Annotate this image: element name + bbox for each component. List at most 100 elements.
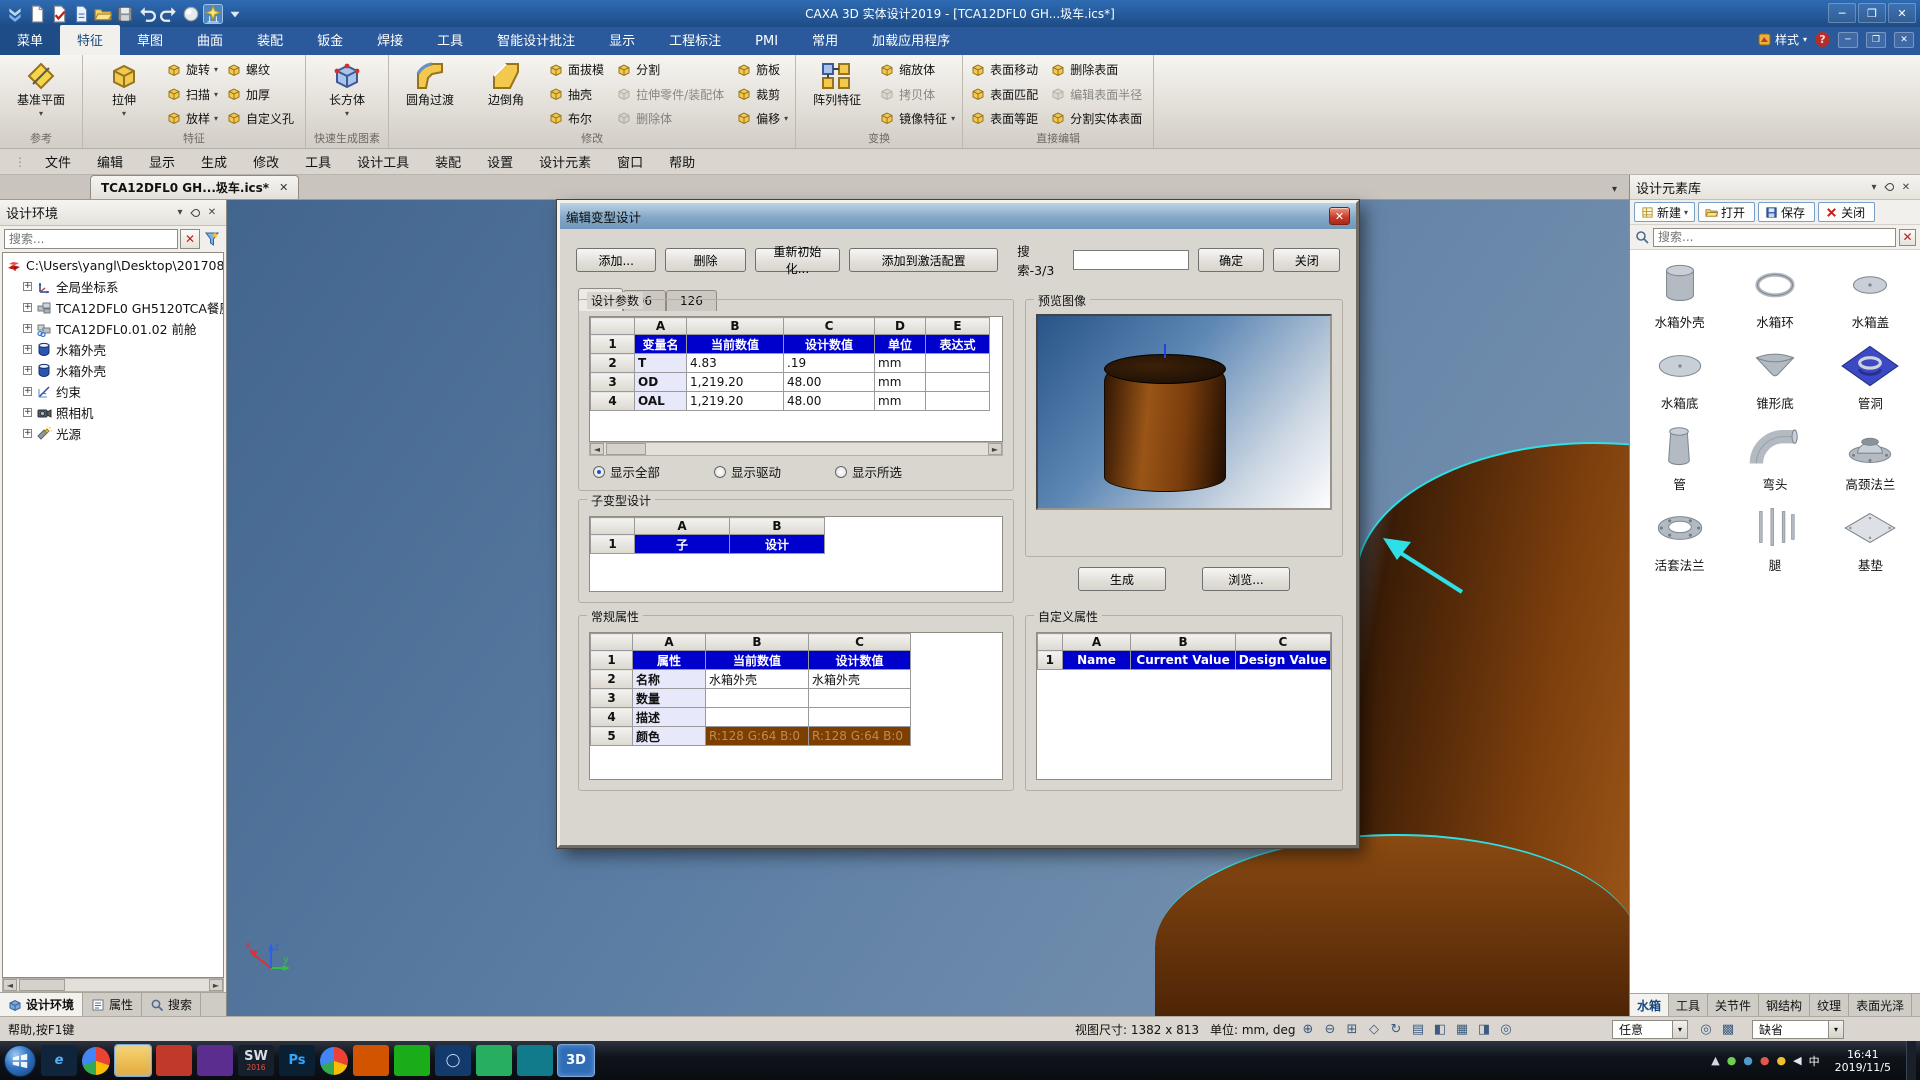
column-header[interactable]: C xyxy=(809,634,911,651)
cell[interactable] xyxy=(926,392,990,411)
column-header[interactable]: A xyxy=(1062,634,1131,651)
table-row[interactable]: 5 颜色R:128 G:64 B:0R:128 G:64 B:0 xyxy=(591,727,911,746)
scroll-left-icon[interactable]: ◄ xyxy=(3,979,17,991)
library-item[interactable]: 腿 xyxy=(1727,501,1822,578)
cell[interactable]: 48.00 xyxy=(784,373,875,392)
cell[interactable]: 数量 xyxy=(633,689,706,708)
cell[interactable]: 变量名 xyxy=(635,335,687,354)
library-tab[interactable]: 纹理 xyxy=(1810,994,1849,1016)
cell[interactable] xyxy=(706,689,809,708)
expand-toggle[interactable]: + xyxy=(23,387,32,396)
cell[interactable]: 设计 xyxy=(730,535,825,554)
expand-toggle[interactable]: + xyxy=(23,429,32,438)
column-header[interactable]: B xyxy=(1131,634,1235,651)
ribbon-tab[interactable]: 钣金 xyxy=(300,25,360,55)
target-point[interactable]: ◎ xyxy=(1496,1020,1516,1039)
browse-button[interactable]: 浏览... xyxy=(1202,567,1290,591)
wireframe-mode[interactable]: ▦ xyxy=(1452,1020,1472,1039)
menu-item[interactable]: 窗口 xyxy=(605,148,655,175)
menu-item[interactable]: 显示 xyxy=(137,148,187,175)
row-number[interactable]: 1 xyxy=(591,651,633,670)
ribbon-tab[interactable]: 显示 xyxy=(592,25,652,55)
app-browser[interactable] xyxy=(82,1047,110,1075)
ribbon-small-item[interactable]: 偏移 ▾ xyxy=(736,107,788,130)
library-item[interactable]: 管 xyxy=(1632,420,1727,497)
library-tab[interactable]: 水箱 xyxy=(1630,994,1669,1016)
app-orange[interactable] xyxy=(353,1045,389,1076)
cell[interactable]: 4.83 xyxy=(687,354,784,373)
open-file-icon[interactable] xyxy=(50,5,68,23)
app-design[interactable] xyxy=(197,1045,233,1076)
app-teal[interactable] xyxy=(517,1045,553,1076)
menu-item[interactable]: 设计元素 xyxy=(527,148,603,175)
table-row[interactable]: 1 子设计 xyxy=(591,535,825,554)
ribbon-small-item[interactable]: 放样 ▾ xyxy=(166,107,218,130)
cell[interactable]: 水箱外壳 xyxy=(809,670,911,689)
column-header[interactable]: C xyxy=(784,318,875,335)
tree-item[interactable]: + TCA12DFL0.01.02 前舱 xyxy=(3,318,223,339)
ribbon-large-item[interactable]: 拉伸 ▾ xyxy=(87,57,161,131)
minimize-button[interactable]: ─ xyxy=(1828,3,1856,23)
ok-button[interactable]: 确定 xyxy=(1198,248,1265,272)
menu-item[interactable]: 修改 xyxy=(241,148,291,175)
cell[interactable]: 单位 xyxy=(875,335,926,354)
ribbon-small-item[interactable]: 删除表面 xyxy=(1050,58,1146,81)
ribbon-tab[interactable]: 工程标注 xyxy=(652,25,738,55)
library-tab[interactable]: 工具 xyxy=(1669,994,1708,1016)
ribbon-small-item[interactable]: 加厚 xyxy=(226,83,298,106)
close-button[interactable]: ✕ xyxy=(1888,3,1916,23)
add-button[interactable]: 添加... xyxy=(576,248,656,272)
tree-item[interactable]: + TCA12DFL0 GH5120TCA餐厨垃圾 xyxy=(3,297,223,318)
ribbon-large-item[interactable]: 长方体 ▾ xyxy=(310,57,384,131)
clear-search-icon[interactable]: ✕ xyxy=(180,229,200,249)
render-mode-icon[interactable] xyxy=(182,5,200,23)
ribbon-small-item[interactable]: 表面匹配 xyxy=(970,83,1042,106)
tree-horizontal-scrollbar[interactable]: ◄ ► xyxy=(2,978,224,992)
column-header[interactable] xyxy=(1038,634,1063,651)
smart-capture-icon[interactable] xyxy=(204,5,222,23)
mdi-minimize[interactable]: ─ xyxy=(1838,32,1858,48)
expand-toggle[interactable]: + xyxy=(23,408,32,417)
ribbon-large-item[interactable]: 边倒角 xyxy=(469,57,543,131)
cell[interactable]: OAL xyxy=(635,392,687,411)
radio-option[interactable]: 显示驱动 xyxy=(714,462,781,481)
cell[interactable]: 设计数值 xyxy=(784,335,875,354)
scroll-right-icon[interactable]: ► xyxy=(988,443,1002,455)
expand-toggle[interactable]: + xyxy=(23,303,32,312)
cell[interactable] xyxy=(926,354,990,373)
tree-item[interactable]: + 光源 xyxy=(3,423,223,444)
app-ie[interactable]: e xyxy=(41,1045,77,1076)
help-icon[interactable]: ? xyxy=(1815,32,1830,47)
scrollbar-thumb[interactable] xyxy=(19,979,65,991)
column-header[interactable]: C xyxy=(1235,634,1330,651)
ribbon-small-item[interactable]: 筋板 xyxy=(736,58,788,81)
app-circle[interactable]: ◯ xyxy=(435,1045,471,1076)
library-item[interactable]: 活套法兰 xyxy=(1632,501,1727,578)
params-horizontal-scrollbar[interactable]: ◄ ► xyxy=(589,442,1003,456)
table-row[interactable]: 4 OAL1,219.2048.00mm xyxy=(591,392,990,411)
library-item[interactable]: 管洞 xyxy=(1823,339,1918,416)
table-row[interactable]: 1 NameCurrent ValueDesign Value xyxy=(1038,651,1331,670)
cell[interactable] xyxy=(706,708,809,727)
new-file-icon[interactable] xyxy=(28,5,46,23)
library-item[interactable]: 水箱外壳 xyxy=(1632,258,1727,335)
library-tab[interactable]: 钢结构 xyxy=(1759,994,1810,1016)
column-header[interactable]: A xyxy=(633,634,706,651)
dialog-search-input[interactable] xyxy=(1073,250,1189,270)
document-tab[interactable]: TCA12DFL0 GH...圾车.ics* ✕ xyxy=(90,175,299,199)
row-number[interactable]: 2 xyxy=(591,670,633,689)
cell[interactable] xyxy=(809,689,911,708)
add-to-active-config-button[interactable]: 添加到激活配置 xyxy=(849,248,998,272)
cell[interactable]: Current Value xyxy=(1131,651,1235,670)
ribbon-large-item[interactable]: 阵列特征 xyxy=(800,57,874,131)
menu-item[interactable]: 生成 xyxy=(189,148,239,175)
maximize-button[interactable]: ❐ xyxy=(1858,3,1886,23)
app-red[interactable] xyxy=(156,1045,192,1076)
panel-tab[interactable]: 属性 xyxy=(83,993,142,1016)
row-number[interactable]: 1 xyxy=(591,335,635,354)
row-number[interactable]: 2 xyxy=(591,354,635,373)
library-button[interactable]: 打开 xyxy=(1698,202,1755,222)
cell[interactable]: R:128 G:64 B:0 xyxy=(809,727,911,746)
app-wechat[interactable] xyxy=(394,1045,430,1076)
row-number[interactable]: 4 xyxy=(591,708,633,727)
